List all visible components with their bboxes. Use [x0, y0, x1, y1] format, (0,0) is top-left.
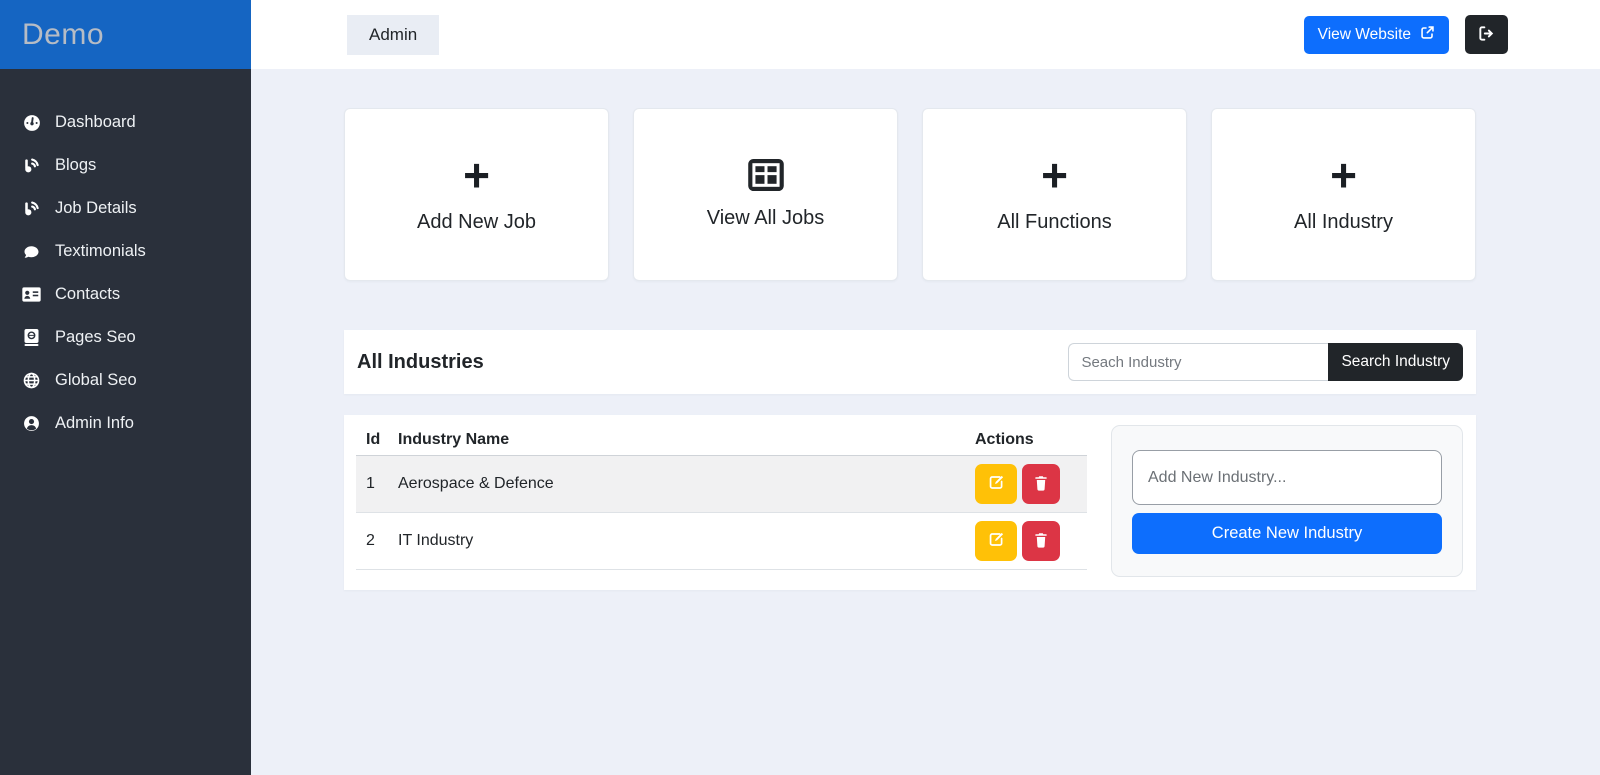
card-label: All Functions	[997, 211, 1112, 234]
sidebar-item-job-details[interactable]: Job Details	[0, 187, 251, 230]
table-row: 1 Aerospace & Defence	[356, 456, 1087, 513]
search-industry-button[interactable]: Search Industry	[1328, 343, 1463, 381]
edit-industry-button[interactable]	[975, 521, 1017, 561]
sidebar-item-contacts[interactable]: Contacts	[0, 273, 251, 316]
main-content: + Add New Job View All Jobs + All Functi…	[251, 69, 1600, 775]
industry-search-input[interactable]	[1068, 343, 1328, 381]
topbar-actions: View Website	[1304, 15, 1508, 54]
row-actions	[975, 521, 1087, 561]
delete-industry-button[interactable]	[1022, 521, 1060, 561]
sidebar-item-label: Global Seo	[55, 371, 137, 390]
industry-id: 1	[356, 475, 390, 493]
add-industry-input[interactable]	[1132, 450, 1442, 505]
admin-breadcrumb[interactable]: Admin	[347, 15, 439, 55]
table-icon	[748, 159, 784, 191]
sidebar-item-label: Textimonials	[55, 242, 146, 261]
table-header-row: Id Industry Name Actions	[356, 425, 1087, 456]
sign-out-icon	[1478, 25, 1495, 45]
address-card-icon	[22, 286, 41, 303]
sidebar-item-admin-info[interactable]: Admin Info	[0, 402, 251, 445]
industries-table-card: Id Industry Name Actions 1 Aerospace & D…	[344, 415, 1476, 590]
create-new-industry-button[interactable]: Create New Industry	[1132, 513, 1442, 554]
all-industry-card[interactable]: + All Industry	[1211, 108, 1476, 281]
user-circle-icon	[22, 415, 41, 432]
view-website-label: View Website	[1318, 26, 1411, 44]
all-functions-card[interactable]: + All Functions	[922, 108, 1187, 281]
plus-icon: +	[1041, 155, 1068, 195]
add-industry-panel: Create New Industry	[1111, 425, 1463, 577]
card-label: All Industry	[1294, 211, 1393, 234]
brand-header: Demo	[0, 0, 251, 69]
edit-icon	[988, 474, 1005, 494]
plus-icon: +	[463, 155, 490, 195]
sidebar-item-label: Admin Info	[55, 414, 134, 433]
industry-search-group: Search Industry	[1068, 343, 1463, 381]
globe-icon	[22, 372, 41, 389]
blog-icon	[22, 157, 41, 174]
header-actions: Actions	[975, 431, 1087, 449]
sidebar-item-pages-seo[interactable]: Pages Seo	[0, 316, 251, 359]
sidebar-nav: Dashboard Blogs Job Details Textimonials	[0, 69, 251, 445]
sidebar-item-label: Pages Seo	[55, 328, 136, 347]
sidebar-item-blogs[interactable]: Blogs	[0, 144, 251, 187]
industry-name: Aerospace & Defence	[390, 475, 975, 493]
industries-header-bar: All Industries Search Industry	[344, 330, 1476, 394]
table-row: 2 IT Industry	[356, 513, 1087, 570]
view-website-button[interactable]: View Website	[1304, 16, 1449, 54]
sidebar-item-global-seo[interactable]: Global Seo	[0, 359, 251, 402]
edit-industry-button[interactable]	[975, 464, 1017, 504]
topbar: Admin View Website	[251, 0, 1600, 69]
sidebar-item-textimonials[interactable]: Textimonials	[0, 230, 251, 273]
tachometer-icon	[22, 114, 41, 131]
section-title: All Industries	[357, 351, 484, 374]
trash-icon	[1034, 532, 1048, 551]
industry-id: 2	[356, 532, 390, 550]
comment-icon	[22, 243, 41, 260]
card-label: View All Jobs	[707, 207, 824, 230]
sidebar-item-label: Blogs	[55, 156, 96, 175]
trash-icon	[1034, 475, 1048, 494]
delete-industry-button[interactable]	[1022, 464, 1060, 504]
sidebar: Demo Dashboard Blogs Job Details Textim	[0, 0, 251, 775]
blog-icon	[22, 200, 41, 217]
plus-icon: +	[1330, 155, 1357, 195]
external-link-icon	[1420, 25, 1435, 45]
sidebar-item-label: Dashboard	[55, 113, 136, 132]
header-id: Id	[356, 431, 390, 449]
sidebar-item-label: Contacts	[55, 285, 120, 304]
card-label: Add New Job	[417, 211, 536, 234]
logout-button[interactable]	[1465, 15, 1508, 54]
edit-icon	[988, 531, 1005, 551]
atlas-icon	[22, 329, 41, 346]
sidebar-item-dashboard[interactable]: Dashboard	[0, 101, 251, 144]
header-industry-name: Industry Name	[390, 431, 975, 449]
view-all-jobs-card[interactable]: View All Jobs	[633, 108, 898, 281]
sidebar-item-label: Job Details	[55, 199, 137, 218]
industry-name: IT Industry	[390, 532, 975, 550]
brand-title: Demo	[22, 18, 104, 52]
shortcut-cards: + Add New Job View All Jobs + All Functi…	[344, 108, 1476, 281]
row-actions	[975, 464, 1087, 504]
add-new-job-card[interactable]: + Add New Job	[344, 108, 609, 281]
industries-table: Id Industry Name Actions 1 Aerospace & D…	[356, 425, 1087, 590]
